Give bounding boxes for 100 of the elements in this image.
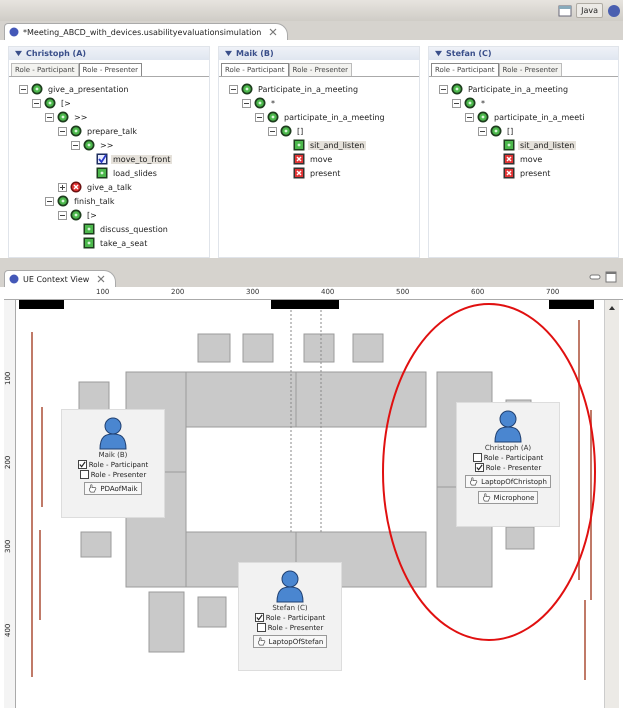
checkbox[interactable] — [78, 460, 87, 469]
expand-icon[interactable] — [58, 182, 67, 192]
ring-icon — [31, 83, 43, 96]
circle-icon — [9, 274, 19, 284]
ring-icon — [57, 111, 69, 124]
ring-icon — [241, 83, 253, 96]
close-icon[interactable] — [269, 28, 278, 36]
panel-title: Maik (B) — [236, 49, 274, 58]
editor-tab[interactable]: *Meeting_ABCD_with_devices.usabilityevaluationsimulation — [4, 23, 288, 40]
checkbox[interactable] — [254, 613, 264, 622]
tree-item[interactable]: discuss_question — [98, 224, 170, 234]
ring-icon — [70, 125, 82, 138]
tree-item[interactable]: take_a_seat — [98, 238, 150, 248]
tree-item[interactable]: move_to_front — [111, 154, 172, 164]
collapse-icon[interactable] — [32, 98, 41, 108]
ring-icon — [280, 125, 292, 138]
person-icon — [275, 569, 305, 603]
collapse-icon[interactable] — [58, 210, 67, 220]
ruler-marker — [271, 300, 339, 309]
ruler-marker — [549, 300, 594, 309]
ring-icon — [83, 139, 95, 152]
tree-item[interactable]: * — [269, 98, 277, 108]
tree-item[interactable]: Participate_in_a_meeting — [256, 84, 360, 94]
ring-icon — [477, 111, 489, 124]
cross-square-icon — [503, 153, 515, 166]
collapse-arrow-icon[interactable] — [435, 50, 442, 58]
square-dot-icon — [83, 237, 95, 250]
cross-square-icon — [503, 167, 515, 180]
tree-item[interactable]: >> — [72, 112, 90, 122]
tree-item[interactable]: sit_and_listen — [308, 140, 366, 150]
collapse-icon[interactable] — [229, 84, 238, 94]
ring-icon — [57, 195, 69, 208]
collapse-icon[interactable] — [452, 98, 461, 108]
panel-title: Stefan (C) — [446, 49, 492, 58]
collapse-icon[interactable] — [58, 126, 67, 136]
tree-item[interactable]: participate_in_a_meeti — [492, 112, 586, 122]
circle-icon — [9, 27, 19, 38]
chair — [506, 526, 534, 550]
square-dot-icon — [503, 139, 515, 152]
cross-circle-icon — [70, 181, 82, 194]
ring-icon — [464, 97, 476, 110]
chair — [304, 334, 334, 362]
collapse-icon[interactable] — [478, 126, 487, 136]
checkbox[interactable] — [472, 453, 482, 462]
close-icon[interactable] — [97, 275, 106, 283]
chair — [352, 334, 384, 362]
person-icon — [98, 416, 128, 450]
tree-item[interactable]: [] — [295, 126, 306, 136]
view-tab[interactable]: UE Context View — [4, 270, 116, 287]
tree-item[interactable]: give_a_presentation — [46, 84, 130, 94]
collapse-icon[interactable] — [439, 84, 448, 94]
square-dot-icon — [293, 139, 305, 152]
tree-item[interactable]: [> — [85, 210, 99, 220]
cross-square-icon — [293, 167, 305, 180]
collapse-icon[interactable] — [255, 112, 264, 122]
ring-icon — [254, 97, 266, 110]
tree-item[interactable]: move — [308, 154, 334, 164]
tree-item[interactable]: prepare_talk — [85, 126, 140, 136]
square-dot-icon — [83, 223, 95, 236]
tree-item[interactable]: * — [479, 98, 487, 108]
square-dot-icon — [96, 167, 108, 180]
collapse-icon[interactable] — [45, 112, 54, 122]
tree-item[interactable]: sit_and_listen — [518, 140, 576, 150]
collapse-icon[interactable] — [19, 84, 28, 94]
tree-item[interactable]: participate_in_a_meeting — [282, 112, 387, 122]
chair — [198, 334, 230, 362]
tree-item[interactable]: present — [308, 168, 342, 178]
chair — [148, 592, 184, 652]
collapse-icon[interactable] — [242, 98, 251, 108]
collapse-icon[interactable] — [268, 126, 277, 136]
scrollbar[interactable] — [604, 300, 619, 708]
tree-item[interactable]: finish_talk — [72, 196, 116, 206]
collapse-arrow-icon[interactable] — [225, 50, 232, 58]
tree-item[interactable]: move — [518, 154, 544, 164]
tree-item[interactable]: >> — [98, 140, 116, 150]
collapse-icon[interactable] — [45, 196, 54, 206]
panel-title: Christoph (A) — [26, 49, 86, 58]
ring-icon — [44, 97, 56, 110]
checkbox[interactable] — [80, 470, 89, 479]
window-icon[interactable] — [558, 4, 572, 18]
checkbox[interactable] — [256, 623, 266, 632]
tree-item[interactable]: load_slides — [111, 168, 159, 178]
tree-item[interactable]: [] — [505, 126, 516, 136]
checkmark-icon — [96, 153, 108, 166]
ring-icon — [267, 111, 279, 124]
tree-item[interactable]: Participate_in_a_meeting — [466, 84, 570, 94]
collapse-icon[interactable] — [71, 140, 80, 150]
collapse-icon[interactable] — [465, 112, 474, 122]
cross-square-icon — [293, 153, 305, 166]
perspective-button[interactable]: Java — [576, 3, 603, 18]
checkbox[interactable] — [474, 463, 484, 472]
chair — [198, 596, 226, 628]
tree-item[interactable]: give_a_talk — [85, 182, 134, 192]
tree-item[interactable]: present — [518, 168, 552, 178]
ring-icon — [490, 125, 502, 138]
person-icon — [493, 409, 523, 443]
chair — [242, 334, 274, 362]
collapse-arrow-icon[interactable] — [15, 50, 22, 58]
maximize-icon[interactable] — [605, 271, 617, 283]
tree-item[interactable]: [> — [59, 98, 73, 108]
